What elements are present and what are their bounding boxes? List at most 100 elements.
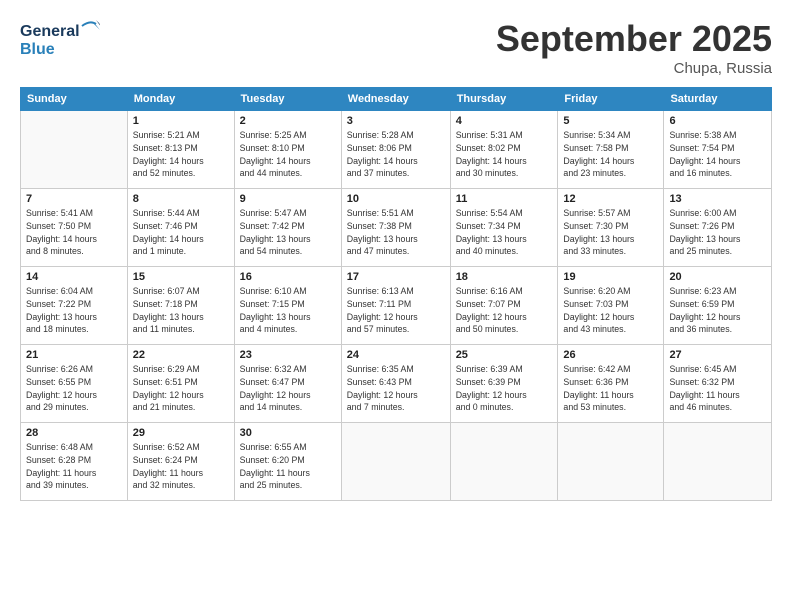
weekday-header-thursday: Thursday <box>450 88 558 111</box>
day-number: 25 <box>456 349 553 361</box>
calendar-cell: 9 Sunrise: 5:47 AM Sunset: 7:42 PM Daylig… <box>234 189 341 267</box>
day-number: 5 <box>563 115 658 127</box>
calendar-cell <box>341 423 450 501</box>
day-info: Sunrise: 6:39 AM Sunset: 6:39 PM Dayligh… <box>456 363 553 414</box>
day-number: 22 <box>133 349 229 361</box>
day-info: Sunrise: 5:41 AM Sunset: 7:50 PM Dayligh… <box>26 207 122 258</box>
calendar-cell: 25 Sunrise: 6:39 AM Sunset: 6:39 PM Dayli… <box>450 345 558 423</box>
calendar-cell: 27Sunrise: 6:45 AM Sunset: 6:32 PM Dayli… <box>664 345 772 423</box>
day-number: 11 <box>456 193 553 205</box>
day-number: 23 <box>240 349 336 361</box>
day-number: 15 <box>133 271 229 283</box>
day-number: 2 <box>240 115 336 127</box>
weekday-header-friday: Friday <box>558 88 664 111</box>
calendar-cell: 23Sunrise: 6:32 AM Sunset: 6:47 PM Dayli… <box>234 345 341 423</box>
calendar-cell: 14Sunrise: 6:04 AM Sunset: 7:22 PM Dayli… <box>21 267 128 345</box>
day-number: 12 <box>563 193 658 205</box>
day-info: Sunrise: 6:29 AM Sunset: 6:51 PM Dayligh… <box>133 363 229 414</box>
day-number: 29 <box>133 427 229 439</box>
calendar-cell: 7Sunrise: 5:41 AM Sunset: 7:50 PM Daylig… <box>21 189 128 267</box>
calendar-cell: 16 Sunrise: 6:10 AM Sunset: 7:15 PM Dayli… <box>234 267 341 345</box>
day-info: Sunrise: 5:28 AM Sunset: 8:06 PM Dayligh… <box>347 129 445 180</box>
calendar-cell: 19 Sunrise: 6:20 AM Sunset: 7:03 PM Dayli… <box>558 267 664 345</box>
calendar-cell: 8 Sunrise: 5:44 AM Sunset: 7:46 PM Daylig… <box>127 189 234 267</box>
weekday-header-saturday: Saturday <box>664 88 772 111</box>
day-number: 9 <box>240 193 336 205</box>
title-block: September 2025 Chupa, Russia <box>496 18 772 77</box>
calendar-cell: 4Sunrise: 5:31 AM Sunset: 8:02 PM Daylig… <box>450 111 558 189</box>
day-info: Sunrise: 5:38 AM Sunset: 7:54 PM Dayligh… <box>669 129 766 180</box>
day-info: Sunrise: 6:10 AM Sunset: 7:15 PM Dayligh… <box>240 285 336 336</box>
calendar-cell <box>450 423 558 501</box>
calendar-cell: 24 Sunrise: 6:35 AM Sunset: 6:43 PM Dayli… <box>341 345 450 423</box>
calendar-cell: 26 Sunrise: 6:42 AM Sunset: 6:36 PM Dayli… <box>558 345 664 423</box>
calendar-cell: 18 Sunrise: 6:16 AM Sunset: 7:07 PM Dayli… <box>450 267 558 345</box>
calendar-cell: 20Sunrise: 6:23 AM Sunset: 6:59 PM Dayli… <box>664 267 772 345</box>
day-number: 16 <box>240 271 336 283</box>
weekday-header-wednesday: Wednesday <box>341 88 450 111</box>
calendar-cell <box>664 423 772 501</box>
calendar-cell: 21 Sunrise: 6:26 AM Sunset: 6:55 PM Dayli… <box>21 345 128 423</box>
day-info: Sunrise: 5:51 AM Sunset: 7:38 PM Dayligh… <box>347 207 445 258</box>
day-number: 19 <box>563 271 658 283</box>
day-info: Sunrise: 6:26 AM Sunset: 6:55 PM Dayligh… <box>26 363 122 414</box>
day-number: 18 <box>456 271 553 283</box>
calendar-week-4: 21 Sunrise: 6:26 AM Sunset: 6:55 PM Dayli… <box>21 345 772 423</box>
calendar-cell: 11 Sunrise: 5:54 AM Sunset: 7:34 PM Dayli… <box>450 189 558 267</box>
day-info: Sunrise: 6:52 AM Sunset: 6:24 PM Dayligh… <box>133 441 229 492</box>
day-info: Sunrise: 6:07 AM Sunset: 7:18 PM Dayligh… <box>133 285 229 336</box>
calendar-cell: 1 Sunrise: 5:21 AM Sunset: 8:13 PM Daylig… <box>127 111 234 189</box>
day-info: Sunrise: 6:55 AM Sunset: 6:20 PM Dayligh… <box>240 441 336 492</box>
calendar-cell: 3 Sunrise: 5:28 AM Sunset: 8:06 PM Daylig… <box>341 111 450 189</box>
location: Chupa, Russia <box>496 60 772 77</box>
day-number: 26 <box>563 349 658 361</box>
calendar-cell: 2 Sunrise: 5:25 AM Sunset: 8:10 PM Daylig… <box>234 111 341 189</box>
calendar-cell: 12 Sunrise: 5:57 AM Sunset: 7:30 PM Dayli… <box>558 189 664 267</box>
calendar-cell: 30 Sunrise: 6:55 AM Sunset: 6:20 PM Dayli… <box>234 423 341 501</box>
weekday-header-tuesday: Tuesday <box>234 88 341 111</box>
day-info: Sunrise: 6:16 AM Sunset: 7:07 PM Dayligh… <box>456 285 553 336</box>
weekday-header-monday: Monday <box>127 88 234 111</box>
header: General Blue September 2025 Chupa, Russi… <box>20 18 772 77</box>
day-info: Sunrise: 6:35 AM Sunset: 6:43 PM Dayligh… <box>347 363 445 414</box>
calendar-cell: 13 Sunrise: 6:00 AM Sunset: 7:26 PM Dayli… <box>664 189 772 267</box>
day-info: Sunrise: 6:20 AM Sunset: 7:03 PM Dayligh… <box>563 285 658 336</box>
day-number: 10 <box>347 193 445 205</box>
calendar-week-1: 1 Sunrise: 5:21 AM Sunset: 8:13 PM Daylig… <box>21 111 772 189</box>
day-number: 20 <box>669 271 766 283</box>
calendar-week-5: 28 Sunrise: 6:48 AM Sunset: 6:28 PM Dayli… <box>21 423 772 501</box>
svg-text:Blue: Blue <box>20 41 55 58</box>
day-number: 6 <box>669 115 766 127</box>
month-title: September 2025 <box>496 18 772 60</box>
day-number: 30 <box>240 427 336 439</box>
day-info: Sunrise: 5:34 AM Sunset: 7:58 PM Dayligh… <box>563 129 658 180</box>
day-number: 1 <box>133 115 229 127</box>
day-number: 13 <box>669 193 766 205</box>
calendar-header-row: SundayMondayTuesdayWednesdayThursdayFrid… <box>21 88 772 111</box>
day-number: 24 <box>347 349 445 361</box>
day-info: Sunrise: 5:54 AM Sunset: 7:34 PM Dayligh… <box>456 207 553 258</box>
day-number: 3 <box>347 115 445 127</box>
calendar-week-2: 7Sunrise: 5:41 AM Sunset: 7:50 PM Daylig… <box>21 189 772 267</box>
calendar-cell: 29 Sunrise: 6:52 AM Sunset: 6:24 PM Dayli… <box>127 423 234 501</box>
day-info: Sunrise: 5:44 AM Sunset: 7:46 PM Dayligh… <box>133 207 229 258</box>
day-info: Sunrise: 5:57 AM Sunset: 7:30 PM Dayligh… <box>563 207 658 258</box>
day-number: 17 <box>347 271 445 283</box>
day-info: Sunrise: 6:00 AM Sunset: 7:26 PM Dayligh… <box>669 207 766 258</box>
day-info: Sunrise: 5:47 AM Sunset: 7:42 PM Dayligh… <box>240 207 336 258</box>
weekday-header-sunday: Sunday <box>21 88 128 111</box>
day-info: Sunrise: 6:42 AM Sunset: 6:36 PM Dayligh… <box>563 363 658 414</box>
svg-text:General: General <box>20 23 80 40</box>
day-number: 28 <box>26 427 122 439</box>
calendar-cell: 6 Sunrise: 5:38 AM Sunset: 7:54 PM Daylig… <box>664 111 772 189</box>
day-number: 8 <box>133 193 229 205</box>
calendar-cell: 22 Sunrise: 6:29 AM Sunset: 6:51 PM Dayli… <box>127 345 234 423</box>
page: General Blue September 2025 Chupa, Russi… <box>0 0 792 612</box>
day-number: 21 <box>26 349 122 361</box>
day-info: Sunrise: 6:48 AM Sunset: 6:28 PM Dayligh… <box>26 441 122 492</box>
day-number: 14 <box>26 271 122 283</box>
calendar-cell: 15 Sunrise: 6:07 AM Sunset: 7:18 PM Dayli… <box>127 267 234 345</box>
day-info: Sunrise: 5:25 AM Sunset: 8:10 PM Dayligh… <box>240 129 336 180</box>
day-info: Sunrise: 5:21 AM Sunset: 8:13 PM Dayligh… <box>133 129 229 180</box>
calendar-table: SundayMondayTuesdayWednesdayThursdayFrid… <box>20 87 772 501</box>
